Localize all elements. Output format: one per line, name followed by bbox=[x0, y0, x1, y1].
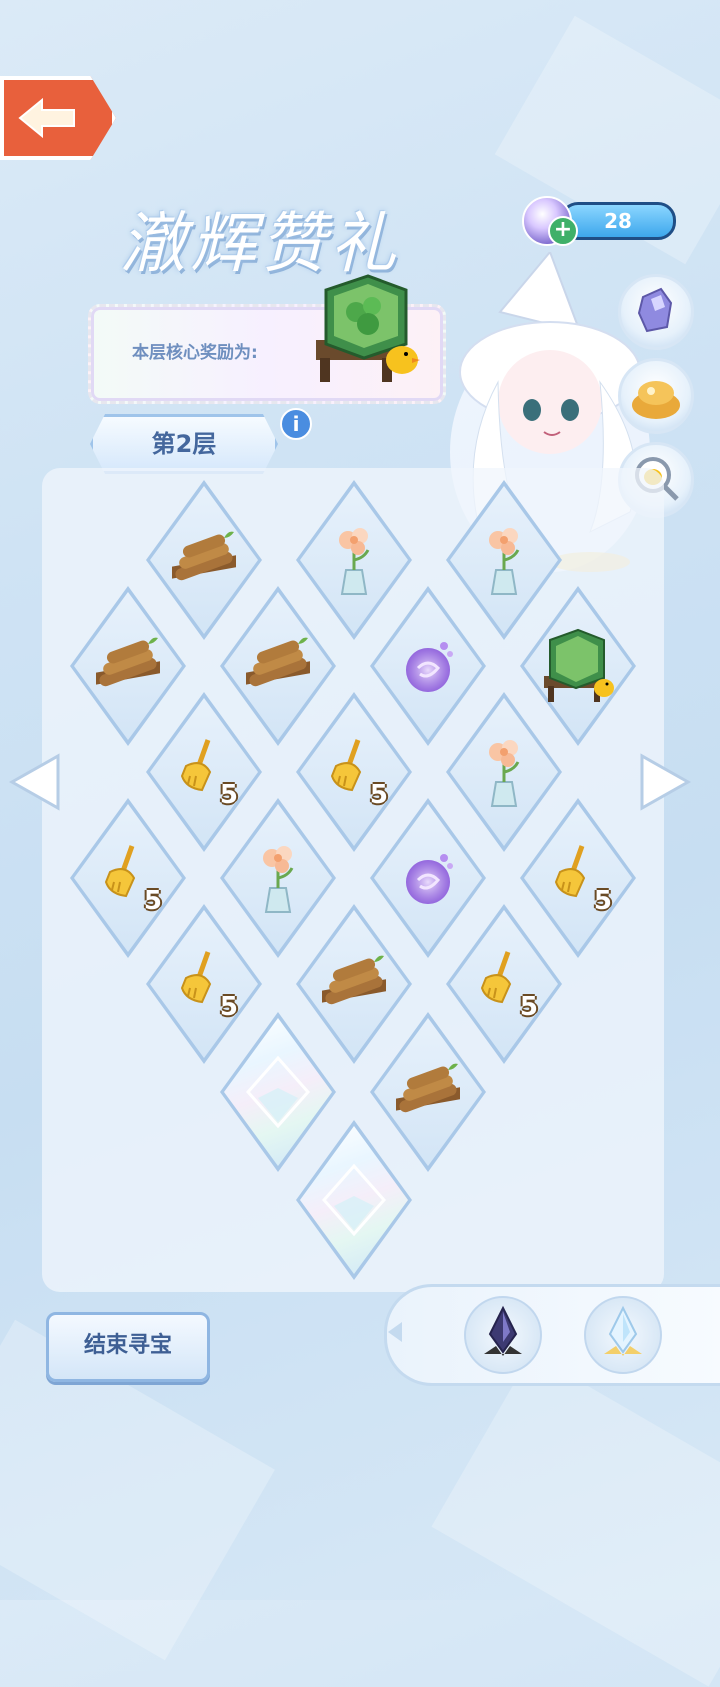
panel-collapse-arrow[interactable] bbox=[386, 1320, 404, 1344]
gold-pile-side-button[interactable] bbox=[618, 358, 694, 434]
previous-floor-arrow[interactable] bbox=[8, 752, 62, 812]
gold-pile-icon bbox=[632, 381, 680, 419]
crystal-side-button[interactable] bbox=[618, 274, 694, 350]
hidden-crystal-icon bbox=[321, 1163, 387, 1237]
item-count: 5 bbox=[519, 992, 538, 1022]
hidden-tile[interactable] bbox=[296, 1120, 412, 1280]
dark-crystal-icon bbox=[484, 1305, 522, 1356]
next-floor-arrow[interactable] bbox=[638, 752, 692, 812]
crystal-icon bbox=[637, 287, 673, 333]
info-icon[interactable]: i bbox=[280, 408, 312, 440]
light-crystal-icon bbox=[604, 1305, 642, 1356]
light-crystal-tool-button[interactable] bbox=[584, 1296, 662, 1374]
add-currency-button[interactable]: + bbox=[548, 216, 578, 246]
back-arrow-icon bbox=[18, 98, 75, 138]
item-count: 5 bbox=[593, 886, 612, 916]
core-reward-label: 本层核心奖励为: bbox=[132, 343, 258, 363]
back-button[interactable] bbox=[0, 76, 116, 160]
end-treasure-hunt-button[interactable]: 结束寻宝 bbox=[46, 1312, 210, 1382]
floor-tab[interactable]: 第2层 bbox=[90, 414, 278, 474]
dark-crystal-tool-button[interactable] bbox=[464, 1296, 542, 1374]
green-crate-reward-icon bbox=[316, 274, 420, 382]
tool-panel bbox=[384, 1284, 720, 1386]
